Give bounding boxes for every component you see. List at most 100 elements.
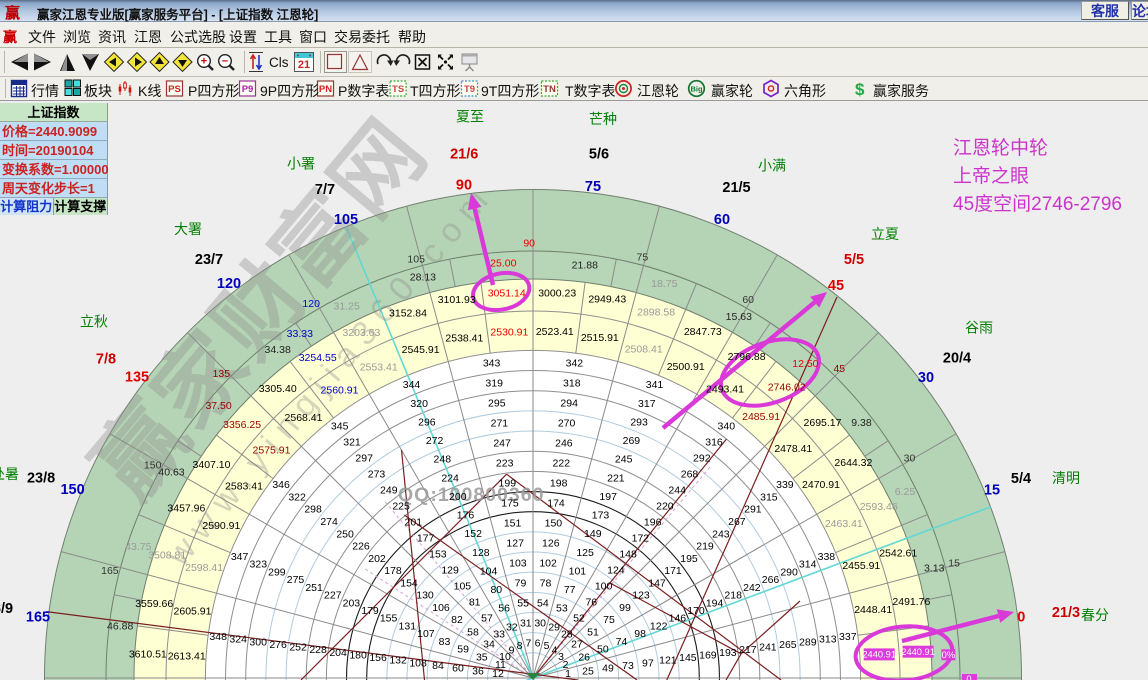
svg-text:15.63: 15.63 [726, 311, 752, 323]
svg-text:2542.61: 2542.61 [879, 548, 917, 560]
svg-text:267: 267 [728, 516, 746, 528]
svg-text:108: 108 [409, 657, 427, 669]
svg-text:174: 174 [547, 498, 565, 510]
svg-text:147: 147 [648, 577, 666, 589]
svg-text:314: 314 [799, 559, 817, 571]
svg-text:339: 339 [776, 479, 794, 491]
svg-text:132: 132 [389, 655, 407, 667]
svg-text:2746.02: 2746.02 [768, 382, 806, 394]
svg-text:124: 124 [607, 565, 625, 577]
svg-text:252: 252 [289, 642, 307, 654]
svg-text:121: 121 [659, 655, 677, 667]
svg-text:Big: Big [690, 85, 703, 94]
svg-text:55: 55 [517, 598, 529, 610]
svg-text:102: 102 [539, 558, 557, 570]
svg-text:20/4: 20/4 [943, 351, 971, 367]
svg-text:316: 316 [705, 437, 723, 449]
svg-text:150: 150 [144, 459, 162, 471]
svg-text:7/7: 7/7 [315, 182, 335, 198]
svg-text:37.50: 37.50 [205, 400, 231, 412]
svg-text:大署: 大署 [174, 221, 202, 237]
svg-text:TN: TN [543, 84, 556, 95]
svg-text:246: 246 [555, 438, 573, 450]
svg-text:31: 31 [520, 618, 532, 630]
svg-text:172: 172 [632, 533, 650, 545]
svg-text:98: 98 [634, 628, 646, 640]
svg-text:21: 21 [298, 59, 310, 71]
svg-text:50: 50 [597, 644, 609, 656]
svg-text:2949.43: 2949.43 [588, 294, 626, 306]
svg-text:2644.32: 2644.32 [834, 457, 872, 469]
svg-text:199: 199 [499, 478, 517, 490]
svg-text:45: 45 [828, 278, 844, 294]
svg-text:265: 265 [779, 639, 797, 651]
svg-text:196: 196 [644, 517, 662, 529]
svg-text:294: 294 [560, 398, 578, 410]
svg-text:2500.91: 2500.91 [667, 361, 705, 373]
svg-text:7/8: 7/8 [96, 352, 116, 368]
svg-text:221: 221 [607, 472, 625, 484]
svg-text:PN: PN [319, 84, 332, 95]
svg-text:2898.58: 2898.58 [637, 307, 675, 319]
svg-text:343: 343 [483, 358, 501, 370]
svg-text:324: 324 [229, 634, 247, 646]
svg-text:30: 30 [534, 618, 546, 630]
svg-text:立秋: 立秋 [80, 314, 108, 330]
svg-text:江恩轮中轮: 江恩轮中轮 [953, 137, 1048, 159]
svg-text:0: 0 [966, 674, 971, 680]
svg-text:2508.41: 2508.41 [625, 344, 663, 356]
svg-text:2485.91: 2485.91 [742, 411, 780, 423]
svg-text:2593.46: 2593.46 [860, 501, 898, 513]
svg-text:101: 101 [569, 565, 587, 577]
svg-text:123: 123 [632, 590, 650, 602]
svg-text:197: 197 [599, 491, 617, 503]
svg-text:78: 78 [540, 578, 552, 590]
svg-text:2440.91: 2440.91 [901, 647, 935, 657]
svg-text:Cls: Cls [269, 55, 289, 70]
svg-text:145: 145 [679, 652, 697, 664]
svg-text:34.38: 34.38 [265, 344, 291, 356]
svg-text:6.25: 6.25 [895, 486, 916, 498]
svg-text:272: 272 [426, 435, 444, 447]
svg-text:340: 340 [718, 421, 736, 433]
svg-text:319: 319 [485, 378, 503, 390]
svg-text:322: 322 [288, 492, 306, 504]
svg-text:2538.41: 2538.41 [445, 332, 483, 344]
svg-text:8: 8 [517, 640, 523, 652]
svg-text:227: 227 [324, 590, 342, 602]
svg-text:2847.73: 2847.73 [684, 326, 722, 338]
svg-text:3356.25: 3356.25 [223, 419, 261, 431]
svg-text:4: 4 [552, 645, 558, 657]
svg-text:小满: 小满 [758, 158, 786, 174]
svg-text:120: 120 [217, 276, 241, 292]
svg-text:54: 54 [537, 598, 549, 610]
svg-text:2455.91: 2455.91 [842, 560, 880, 572]
svg-text:176: 176 [457, 510, 475, 522]
svg-text:51: 51 [587, 627, 599, 639]
svg-text:275: 275 [287, 574, 305, 586]
svg-text:12: 12 [492, 668, 504, 680]
svg-text:154: 154 [400, 577, 418, 589]
svg-text:269: 269 [623, 435, 641, 447]
svg-text:6: 6 [535, 638, 541, 650]
svg-text:3152.84: 3152.84 [389, 307, 427, 319]
svg-text:$: $ [855, 80, 865, 99]
svg-text:3407.10: 3407.10 [193, 459, 231, 471]
svg-text:5/4: 5/4 [1011, 471, 1031, 487]
svg-text:289: 289 [799, 636, 817, 648]
svg-text:194: 194 [706, 597, 724, 609]
svg-text:2695.17: 2695.17 [804, 417, 842, 429]
svg-text:345: 345 [331, 421, 349, 433]
svg-text:30: 30 [918, 370, 934, 386]
svg-text:338: 338 [818, 551, 836, 563]
svg-text:318: 318 [563, 378, 581, 390]
svg-text:152: 152 [464, 528, 482, 540]
svg-text:103: 103 [509, 558, 527, 570]
svg-text:74: 74 [616, 636, 628, 648]
svg-text:266: 266 [762, 574, 780, 586]
svg-text:341: 341 [646, 379, 664, 391]
svg-text:151: 151 [504, 518, 522, 530]
svg-text:2470.91: 2470.91 [802, 479, 840, 491]
svg-text:40.63: 40.63 [158, 467, 184, 479]
svg-text:57: 57 [481, 613, 493, 625]
